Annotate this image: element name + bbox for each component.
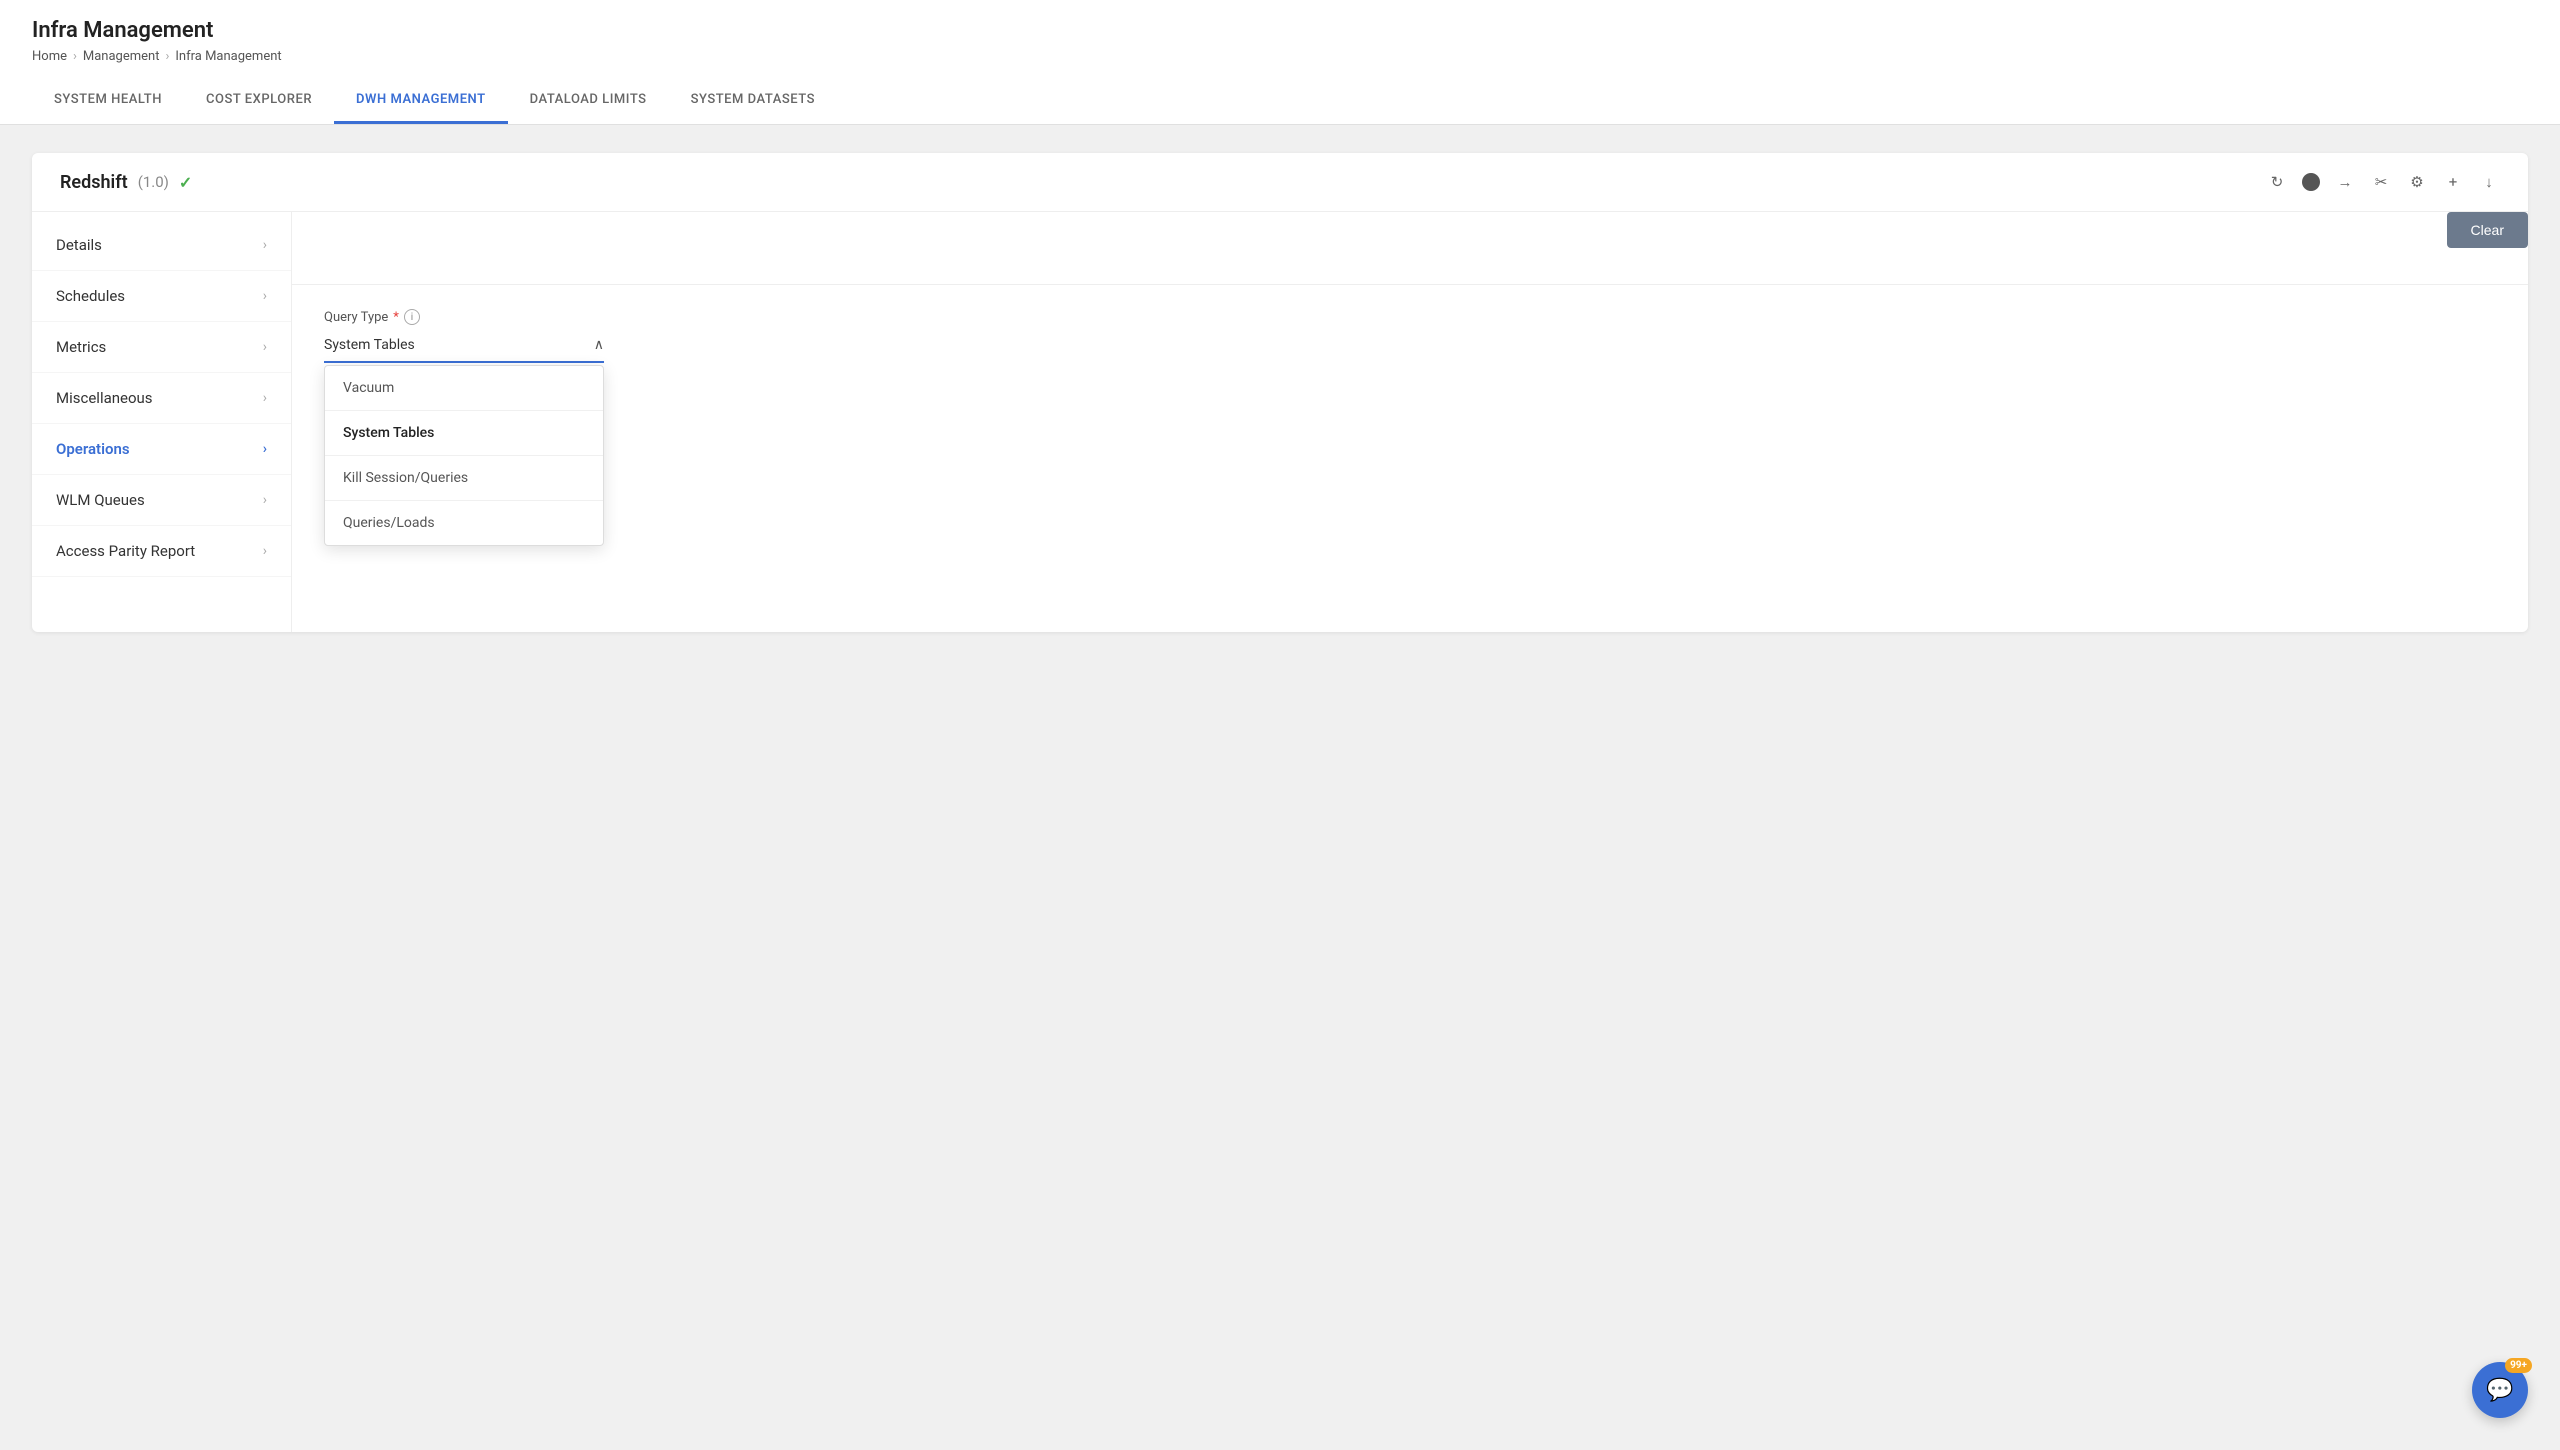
tab-cost-explorer[interactable]: COST EXPLORER — [184, 78, 334, 124]
query-type-selected: System Tables — [324, 337, 415, 353]
sidebar-label-wlm-queues: WLM Queues — [56, 491, 145, 509]
info-icon[interactable]: i — [404, 309, 420, 325]
chevron-access-parity-report: › — [263, 543, 267, 559]
panel-divider — [292, 284, 2528, 285]
chevron-operations: › — [263, 441, 267, 457]
sidebar-item-access-parity-report[interactable]: Access Parity Report › — [32, 526, 291, 577]
sidebar-label-schedules: Schedules — [56, 287, 125, 305]
card-title: Redshift (1.0) ✓ — [60, 172, 192, 193]
sidebar-item-operations[interactable]: Operations › — [32, 424, 291, 475]
sidebar-label-miscellaneous: Miscellaneous — [56, 389, 153, 407]
chevron-schedules: › — [263, 288, 267, 304]
card-version: (1.0) — [138, 173, 169, 191]
breadcrumb-current: Infra Management — [175, 49, 281, 64]
chevron-up-icon: ∧ — [594, 337, 604, 353]
tab-system-datasets[interactable]: SYSTEM DATASETS — [669, 78, 837, 124]
query-type-label: Query Type * i — [324, 309, 604, 325]
dropdown-item-vacuum[interactable]: Vacuum — [325, 366, 603, 411]
check-icon: ✓ — [179, 173, 192, 192]
chevron-miscellaneous: › — [263, 390, 267, 406]
chevron-details: › — [263, 237, 267, 253]
sidebar-label-access-parity-report: Access Parity Report — [56, 542, 195, 560]
main-card: Redshift (1.0) ✓ ↻ → ✂ ⚙ + ↓ Details › — [32, 153, 2528, 632]
query-type-container: Query Type * i System Tables ∧ Vacuum Sy… — [324, 309, 604, 363]
card-actions: ↻ → ✂ ⚙ + ↓ — [2266, 171, 2500, 193]
nav-tabs: SYSTEM HEALTH COST EXPLORER DWH MANAGEME… — [32, 78, 2528, 124]
card-body: Details › Schedules › Metrics › Miscella… — [32, 212, 2528, 632]
tab-system-health[interactable]: SYSTEM HEALTH — [32, 78, 184, 124]
breadcrumb: Home › Management › Infra Management — [32, 49, 2528, 64]
chevron-wlm-queues: › — [263, 492, 267, 508]
sidebar-item-schedules[interactable]: Schedules › — [32, 271, 291, 322]
dropdown-item-queries-loads[interactable]: Queries/Loads — [325, 501, 603, 545]
tab-dwh-management[interactable]: DWH MANAGEMENT — [334, 78, 508, 124]
app-header: Infra Management Home › Management › Inf… — [0, 0, 2560, 125]
breadcrumb-management[interactable]: Management — [83, 49, 160, 64]
plus-icon[interactable]: + — [2442, 171, 2464, 193]
breadcrumb-home[interactable]: Home — [32, 49, 67, 64]
tab-dataload-limits[interactable]: DATALOAD LIMITS — [508, 78, 669, 124]
sidebar-item-wlm-queues[interactable]: WLM Queues › — [32, 475, 291, 526]
chat-badge: 99+ — [2505, 1358, 2532, 1373]
sidebar-label-operations: Operations — [56, 440, 130, 458]
clear-button[interactable]: Clear — [2447, 212, 2528, 248]
scissors-icon[interactable]: ✂ — [2370, 171, 2392, 193]
dropdown-item-kill-session[interactable]: Kill Session/Queries — [325, 456, 603, 501]
query-type-dropdown-menu: Vacuum System Tables Kill Session/Querie… — [324, 365, 604, 546]
sidebar-item-miscellaneous[interactable]: Miscellaneous › — [32, 373, 291, 424]
refresh-icon[interactable]: ↻ — [2266, 171, 2288, 193]
app-title: Infra Management — [32, 18, 2528, 43]
sidebar-label-metrics: Metrics — [56, 338, 106, 356]
card-title-text: Redshift — [60, 172, 128, 193]
sidebar-item-details[interactable]: Details › — [32, 220, 291, 271]
person-icon[interactable]: ⚙ — [2406, 171, 2428, 193]
query-type-section: Query Type * i System Tables ∧ Vacuum Sy… — [324, 309, 2496, 363]
required-star: * — [393, 310, 399, 325]
chevron-metrics: › — [263, 339, 267, 355]
download-icon[interactable]: ↓ — [2478, 171, 2500, 193]
chat-bubble[interactable]: 💬 99+ — [2472, 1362, 2528, 1418]
breadcrumb-sep-2: › — [165, 49, 169, 64]
query-type-label-text: Query Type — [324, 310, 388, 325]
breadcrumb-sep-1: › — [73, 49, 77, 64]
chat-icon: 💬 — [2486, 1378, 2513, 1403]
sidebar-item-metrics[interactable]: Metrics › — [32, 322, 291, 373]
main-panel: Clear Query Type * i System Tables ∧ — [292, 212, 2528, 632]
card-header: Redshift (1.0) ✓ ↻ → ✂ ⚙ + ↓ — [32, 153, 2528, 212]
sidebar-label-details: Details — [56, 236, 102, 254]
dropdown-item-system-tables[interactable]: System Tables — [325, 411, 603, 456]
circle-icon[interactable] — [2302, 173, 2320, 191]
arrow-right-icon[interactable]: → — [2334, 171, 2356, 193]
query-type-dropdown-trigger[interactable]: System Tables ∧ — [324, 329, 604, 363]
main-content: Redshift (1.0) ✓ ↻ → ✂ ⚙ + ↓ Details › — [0, 125, 2560, 660]
sidebar: Details › Schedules › Metrics › Miscella… — [32, 212, 292, 632]
